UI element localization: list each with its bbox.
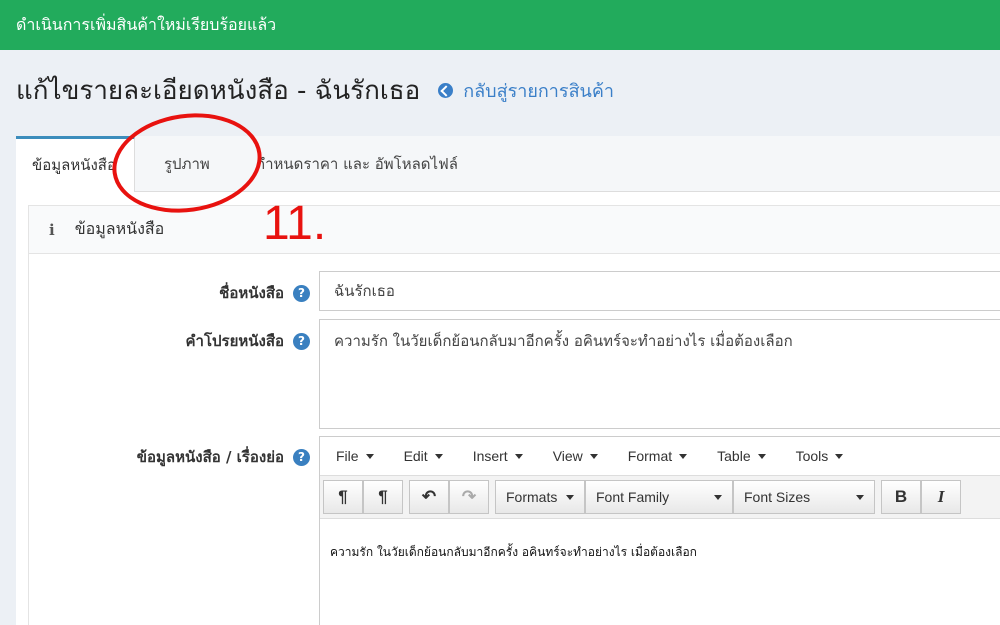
- help-icon[interactable]: ?: [293, 284, 310, 302]
- menu-format-label: Format: [627, 448, 673, 464]
- menu-insert-label: Insert: [472, 448, 508, 464]
- back-link-label: กลับสู่รายการสินค้า: [463, 80, 615, 102]
- font-sizes-dropdown[interactable]: Font Sizes: [733, 480, 875, 514]
- undo-icon[interactable]: ↶: [409, 480, 449, 514]
- menu-file[interactable]: File: [336, 448, 374, 464]
- back-to-product-list-link[interactable]: กลับสู่รายการสินค้า: [438, 76, 614, 105]
- page-header: แก้ไขรายละเอียดหนังสือ - ฉันรักเธอ กลับส…: [16, 68, 614, 112]
- caret-down-icon: [714, 494, 722, 500]
- book-summary-label: ข้อมูลหนังสือ / เรื่องย่อ ?: [137, 445, 310, 469]
- bold-icon[interactable]: B: [881, 480, 921, 514]
- menu-view-label: View: [552, 448, 583, 464]
- caret-down-icon: [679, 453, 688, 459]
- formats-dropdown[interactable]: Formats: [495, 480, 585, 514]
- menu-table-label: Table: [717, 448, 751, 464]
- redo-icon[interactable]: ↷: [449, 480, 489, 514]
- menu-edit-label: Edit: [403, 448, 428, 464]
- menu-format[interactable]: Format: [627, 448, 688, 464]
- book-desc-label: คำโปรยหนังสือ ?: [185, 329, 310, 353]
- font-family-label: Font Family: [596, 489, 670, 505]
- tab-pricing-upload[interactable]: กำหนดราคา และ อัพโหลดไฟล์: [256, 136, 458, 192]
- menu-tools-label: Tools: [795, 448, 829, 464]
- help-icon[interactable]: ?: [293, 448, 310, 466]
- formats-label: Formats: [506, 489, 558, 505]
- book-name-label-text: ชื่อหนังสือ: [219, 284, 284, 302]
- font-sizes-label: Font Sizes: [744, 489, 811, 505]
- panel-heading: i ข้อมูลหนังสือ: [29, 206, 1000, 254]
- alert-message: ดำเนินการเพิ่มสินค้าใหม่เรียบร้อยแล้ว: [16, 15, 277, 34]
- editor-menubar: File Edit Insert View Format Table Tools: [320, 437, 1000, 475]
- info-icon: i: [49, 220, 55, 239]
- caret-down-icon: [757, 453, 766, 459]
- success-alert: ดำเนินการเพิ่มสินค้าใหม่เรียบร้อยแล้ว: [0, 0, 1000, 50]
- book-name-input[interactable]: ฉันรักเธอ: [319, 271, 1000, 311]
- rtl-paragraph-icon[interactable]: ¶: [363, 480, 403, 514]
- editor-content[interactable]: ความรัก ในวัยเด็กย้อนกลับมาอีกครั้ง อคิน…: [320, 519, 1000, 586]
- annotation-number: 11.: [263, 197, 327, 250]
- caret-down-icon: [589, 453, 598, 459]
- caret-down-icon: [835, 453, 844, 459]
- caret-down-icon: [566, 494, 574, 500]
- italic-icon[interactable]: I: [921, 480, 961, 514]
- header-divider: [0, 50, 1000, 56]
- panel-title: ข้อมูลหนังสือ: [74, 219, 165, 238]
- editor-toolbar: ¶ ¶ ↶ ↷ Formats Font Family Font Sizes B…: [320, 475, 1000, 519]
- menu-file-label: File: [336, 448, 359, 464]
- rich-text-editor: File Edit Insert View Format Table Tools…: [319, 436, 1000, 625]
- menu-tools[interactable]: Tools: [796, 448, 844, 464]
- menu-insert[interactable]: Insert: [473, 448, 523, 464]
- circle-arrow-left-icon: [438, 82, 454, 98]
- book-desc-label-text: คำโปรยหนังสือ: [185, 332, 284, 350]
- menu-table[interactable]: Table: [717, 448, 766, 464]
- menu-edit[interactable]: Edit: [404, 448, 443, 464]
- book-name-label: ชื่อหนังสือ ?: [219, 281, 310, 305]
- book-summary-label-text: ข้อมูลหนังสือ / เรื่องย่อ: [136, 448, 284, 466]
- font-family-dropdown[interactable]: Font Family: [585, 480, 733, 514]
- page-title: แก้ไขรายละเอียดหนังสือ - ฉันรักเธอ: [16, 75, 421, 106]
- caret-down-icon: [365, 453, 374, 459]
- menu-view[interactable]: View: [553, 448, 598, 464]
- help-icon[interactable]: ?: [293, 332, 310, 350]
- ltr-paragraph-icon[interactable]: ¶: [323, 480, 363, 514]
- caret-down-icon: [514, 453, 523, 459]
- book-desc-textarea[interactable]: ความรัก ในวัยเด็กย้อนกลับมาอีกครั้ง อคิน…: [319, 319, 1000, 429]
- caret-down-icon: [856, 494, 864, 500]
- caret-down-icon: [434, 453, 443, 459]
